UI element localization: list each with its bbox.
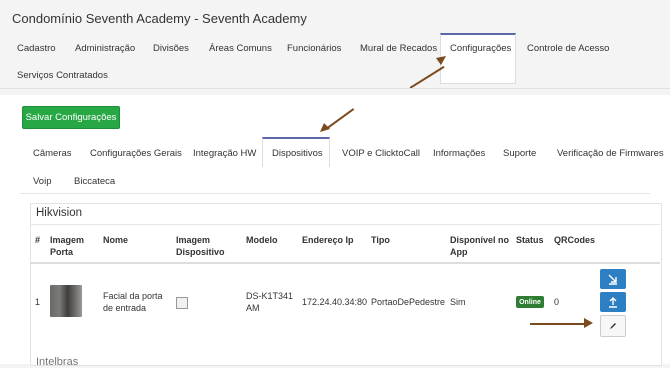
tab-mural-de-recados[interactable]: Mural de Recados [360, 43, 437, 54]
divider [30, 224, 660, 225]
col-header-num: # [35, 235, 41, 245]
tab-informacoes[interactable]: Informações [433, 148, 485, 159]
next-group-title: Intelbras [36, 356, 79, 368]
col-header-imagem-dispositivo: Imagem Dispositivo [176, 235, 225, 257]
tab-voip[interactable]: Voip [33, 176, 52, 187]
tab-biccateca[interactable]: Biccateca [74, 176, 115, 187]
tab-servicos-contratados[interactable]: Serviços Contratados [17, 70, 108, 81]
tab-areas-comuns[interactable]: Áreas Comuns [209, 43, 272, 54]
tab-cadastro[interactable]: Cadastro [17, 43, 56, 54]
broken-image-icon [176, 297, 188, 309]
download-icon [608, 274, 617, 285]
table-header-divider [30, 262, 660, 264]
col-header-tipo: Tipo [371, 235, 390, 245]
tab-configuracoes-gerais[interactable]: Configurações Gerais [90, 148, 182, 159]
door-image [50, 285, 82, 317]
row-nome: Facial da porta de entrada [103, 291, 163, 313]
group-title: Hikvision [36, 207, 83, 219]
tab-administracao[interactable]: Administração [75, 43, 135, 54]
annotation-arrow [530, 323, 588, 325]
download-button[interactable] [600, 269, 626, 289]
tab-dispositivos[interactable]: Dispositivos [272, 148, 323, 159]
tab-suporte[interactable]: Suporte [503, 148, 536, 159]
upload-icon [609, 297, 617, 308]
arrowhead-icon [584, 318, 593, 328]
col-header-disponivel-no-app: Disponível no App [450, 235, 510, 257]
col-header-qrcodes: QRCodes [554, 235, 596, 245]
row-endereco-ip: 172.24.40.34:80 [302, 297, 368, 307]
tab-verificacao-de-firmwares[interactable]: Verificação de Firmwares [557, 148, 664, 159]
row-tipo: PortaoDePedestre [371, 297, 446, 307]
col-header-modelo: Modelo [246, 235, 278, 245]
page-title: Condomínio Seventh Academy - Seventh Aca… [12, 11, 307, 26]
tab-cameras[interactable]: Câmeras [33, 148, 72, 159]
save-button[interactable]: Salvar Configurações [22, 106, 120, 129]
divider [0, 88, 670, 89]
upload-button[interactable] [600, 292, 626, 312]
row-disponivel-no-app: Sim [450, 297, 466, 307]
tab-integracao-hw[interactable]: Integração HW [193, 148, 256, 159]
tab-configuracoes[interactable]: Configurações [450, 43, 511, 54]
row-qrcodes: 0 [554, 297, 560, 307]
pencil-icon [610, 323, 616, 329]
tab-voip-e-clicktocall[interactable]: VOIP e ClicktoCall [342, 148, 420, 159]
col-header-nome: Nome [103, 235, 129, 245]
col-header-status: Status [516, 235, 544, 245]
tab-configuracoes-active-frame [440, 33, 516, 84]
tab-controle-de-acesso[interactable]: Controle de Acesso [527, 43, 609, 54]
arrowhead-icon [436, 56, 446, 65]
arrowhead-icon [320, 123, 330, 132]
row-num: 1 [35, 297, 41, 307]
row-modelo: DS-K1T341AM [246, 291, 294, 313]
col-header-imagem-porta: Imagem Porta [50, 235, 85, 257]
tab-divisoes[interactable]: Divisões [153, 43, 189, 54]
divider [20, 193, 650, 194]
edit-button[interactable] [600, 315, 626, 337]
tab-funcionarios[interactable]: Funcionários [287, 43, 341, 54]
device-group-hikvision [30, 203, 662, 366]
col-header-endereco-ip: Endereço Ip [302, 235, 354, 245]
status-badge: Online [516, 296, 544, 308]
